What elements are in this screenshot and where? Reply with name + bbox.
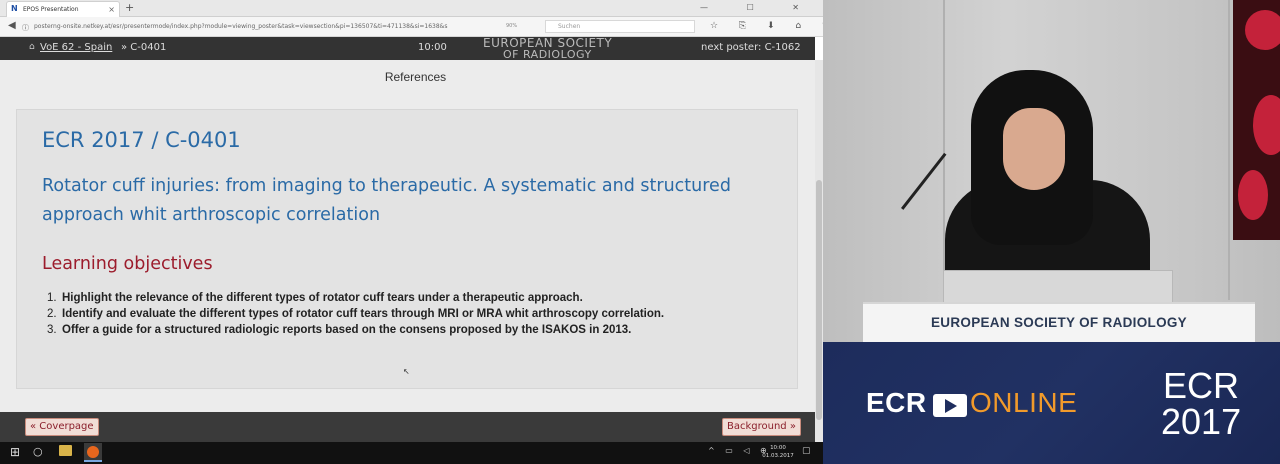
browser-tab[interactable]: N EPOS Presentation ×	[6, 1, 120, 17]
play-icon	[933, 394, 967, 417]
esr-logo: EUROPEAN SOCIETY OF RADIOLOGY	[483, 37, 643, 61]
screen-recording: N EPOS Presentation × + — ☐ ✕ ◀ ⓘ poster…	[0, 0, 1280, 464]
speaker-video: EUROPEAN SOCIETY OF RADIOLOGY	[823, 0, 1280, 342]
mouse-cursor-icon: ↖	[403, 367, 410, 376]
zoom-level[interactable]: 90%	[506, 20, 517, 33]
poster-content: References ECR 2017 / C-0401 Rotator cuf…	[0, 60, 815, 412]
laptop	[943, 270, 1173, 305]
new-tab-button[interactable]: +	[125, 0, 134, 16]
tab-title: EPOS Presentation	[23, 6, 79, 13]
brand-ecr-text: ECR	[866, 387, 927, 418]
poster-header: ⌂ VoE 62 - Spain » C-0401 10:00 EUROPEAN…	[0, 37, 815, 60]
wall-seam	[1228, 0, 1230, 300]
ecr-logo-line2: 2017	[1161, 401, 1242, 442]
ecr-2017-logo: ECR 2017	[1161, 368, 1241, 440]
breadcrumb-poster[interactable]: » C-0401	[121, 42, 166, 53]
objectives-list: 1. Highlight the relevance of the differe…	[47, 290, 767, 338]
firefox-icon[interactable]	[84, 443, 102, 462]
home-icon[interactable]: ⌂	[29, 42, 35, 52]
poster-code: ECR 2017 / C-0401	[42, 128, 241, 152]
presentation-timer: 10:00	[418, 42, 447, 53]
clock-date: 01.03.2017	[762, 453, 794, 459]
address-bar: ◀ ⓘ posterng-onsite.netkey.at/esr/presen…	[0, 17, 823, 37]
scrollbar[interactable]	[815, 60, 823, 442]
podium-sign: EUROPEAN SOCIETY OF RADIOLOGY	[931, 315, 1187, 330]
url-field[interactable]: posterng-onsite.netkey.at/esr/presenterm…	[34, 20, 494, 33]
flower-decoration	[1233, 0, 1280, 240]
ecr-online-banner: ECR ONLINE ECR 2017	[823, 342, 1280, 464]
list-item: 2. Identify and evaluate the different ty…	[47, 308, 665, 320]
esr-logo-line2: OF RADIOLOGY	[503, 48, 592, 61]
search-icon[interactable]: ○	[33, 445, 43, 458]
windows-start-icon[interactable]: ⊞	[10, 445, 20, 459]
poster-card: ECR 2017 / C-0401 Rotator cuff injuries:…	[16, 109, 798, 389]
file-explorer-icon[interactable]	[59, 445, 72, 456]
breadcrumb-session[interactable]: VoE 62 - Spain	[40, 42, 112, 53]
back-arrow-icon[interactable]: ◀	[8, 20, 16, 32]
search-input[interactable]: Suchen	[545, 20, 695, 33]
list-item: 3. Offer a guide for a structured radiolo…	[47, 324, 632, 336]
objective-text: Offer a guide for a structured radiologi…	[62, 324, 632, 336]
browser-tab-bar: N EPOS Presentation × + — ☐ ✕	[0, 0, 823, 17]
clock-time: 10:00	[770, 445, 786, 451]
background-button[interactable]: Background »	[722, 418, 801, 436]
netkey-favicon-icon: N	[11, 4, 18, 13]
learning-objectives-heading: Learning objectives	[42, 254, 213, 274]
brand-online-text: ONLINE	[970, 387, 1078, 418]
scrollbar-thumb[interactable]	[816, 180, 822, 420]
objective-text: Identify and evaluate the different type…	[62, 308, 665, 320]
ecr-logo-line1: ECR	[1162, 365, 1239, 406]
coverpage-button[interactable]: « Coverpage	[25, 418, 99, 436]
search-placeholder: Suchen	[558, 23, 581, 30]
windows-taskbar: ⊞ ○ ^ ▭ ◁ ⊕ 10:00 01.03.2017 ▢	[0, 442, 823, 464]
poster-title: Rotator cuff injuries: from imaging to t…	[42, 176, 731, 225]
speaker-face	[1003, 108, 1065, 190]
notification-icon[interactable]: ▢	[802, 446, 811, 456]
objective-text: Highlight the relevance of the different…	[62, 292, 583, 304]
toolbar-icons[interactable]: ☆ ⎘ ⬇ ⌂ ♥ ≡	[710, 19, 823, 33]
presentation-screen: N EPOS Presentation × + — ☐ ✕ ◀ ⓘ poster…	[0, 0, 823, 464]
podium: EUROPEAN SOCIETY OF RADIOLOGY	[863, 302, 1255, 342]
poster-footer: « Coverpage Background »	[0, 412, 815, 442]
next-poster-link[interactable]: next poster: C-1062	[701, 42, 801, 53]
taskbar-clock[interactable]: 10:00 01.03.2017	[760, 444, 796, 460]
info-icon[interactable]: ⓘ	[22, 22, 29, 34]
window-controls[interactable]: — ☐ ✕	[700, 0, 817, 16]
close-tab-icon[interactable]: ×	[108, 2, 115, 17]
section-title: References	[384, 70, 447, 84]
list-item: 1. Highlight the relevance of the differe…	[47, 292, 583, 304]
